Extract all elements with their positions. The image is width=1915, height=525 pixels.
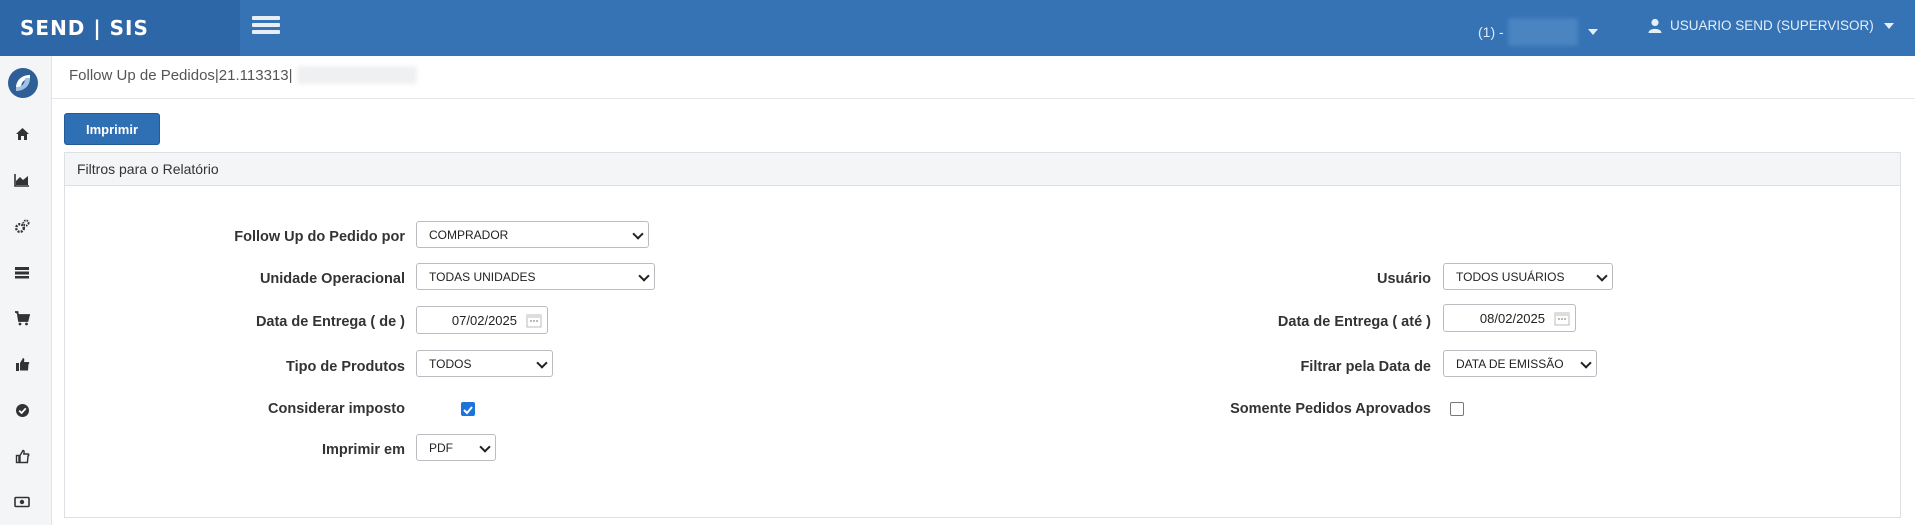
chart-icon[interactable] [12, 170, 32, 190]
chevron-down-icon [536, 357, 548, 369]
imposto-checkbox[interactable] [461, 402, 475, 416]
user-name: USUARIO SEND (SUPERVISOR) [1670, 18, 1874, 33]
filtrar-label: Filtrar pela Data de [1300, 359, 1431, 375]
filters-panel: Filtros para o Relatório Follow Up do Pe… [64, 152, 1901, 518]
home-icon[interactable] [12, 124, 32, 144]
entrega-de-label: Data de Entrega ( de ) [255, 314, 405, 330]
unidade-label: Unidade Operacional [259, 271, 405, 287]
imposto-label: Considerar imposto [268, 401, 405, 417]
divider [52, 98, 1915, 99]
aprovados-label: Somente Pedidos Aprovados [1230, 401, 1431, 417]
entrega-ate-label: Data de Entrega ( até ) [1277, 314, 1431, 330]
chevron-down-icon [1596, 270, 1608, 282]
entrega-de-input[interactable]: 07/02/2025 [416, 306, 548, 334]
tipo-select[interactable]: TODOS [416, 350, 553, 377]
menu-toggle-icon[interactable] [252, 16, 280, 38]
entrega-ate-input[interactable]: 08/02/2025 [1443, 304, 1576, 332]
aprovados-checkbox[interactable] [1450, 402, 1464, 416]
calendar-icon[interactable] [526, 313, 542, 328]
top-navbar: SEND | SIS (1) - USUARIO SEND (SUPERVISO… [0, 0, 1915, 56]
chevron-down-icon [638, 270, 650, 282]
imprimir-em-label: Imprimir em [322, 442, 405, 458]
chevron-down-icon [632, 228, 644, 240]
check-circle-icon[interactable] [12, 400, 32, 420]
print-button[interactable]: Imprimir [64, 113, 160, 145]
imprimir-em-select[interactable]: PDF [416, 434, 496, 461]
panel-title: Filtros para o Relatório [65, 153, 1900, 186]
page-title: Follow Up de Pedidos|21.113313| [69, 66, 293, 84]
filtrar-select[interactable]: DATA DE EMISSÃO [1443, 350, 1597, 377]
user-icon [1648, 18, 1662, 33]
unit-prefix: (1) - [1478, 24, 1504, 40]
chevron-down-icon [1580, 357, 1592, 369]
list-icon[interactable] [12, 262, 32, 282]
unidade-select[interactable]: TODAS UNIDADES [416, 263, 655, 290]
brand-logo[interactable]: SEND | SIS [0, 0, 240, 56]
redacted-text [296, 66, 417, 84]
unit-dropdown[interactable]: (1) - [1478, 18, 1598, 46]
calendar-icon[interactable] [1554, 311, 1570, 326]
breadcrumb: Follow Up de Pedidos|21.113313| [69, 66, 417, 84]
follow-up-select[interactable]: COMPRADOR [416, 221, 649, 248]
like-icon[interactable] [12, 446, 32, 466]
caret-down-icon [1883, 22, 1894, 29]
thumbs-up-icon[interactable] [12, 354, 32, 374]
cart-icon[interactable] [12, 308, 32, 328]
user-menu[interactable]: USUARIO SEND (SUPERVISOR) [1648, 18, 1894, 33]
main-content: Follow Up de Pedidos|21.113313| Imprimir… [52, 56, 1915, 525]
usuario-label: Usuário [1377, 271, 1431, 287]
app-logo-icon[interactable] [6, 66, 40, 100]
unit-name-redacted [1507, 18, 1578, 46]
caret-down-icon [1587, 29, 1598, 35]
cogs-icon[interactable] [12, 216, 32, 236]
usuario-select[interactable]: TODOS USUÁRIOS [1443, 263, 1613, 290]
tipo-label: Tipo de Produtos [286, 359, 405, 375]
check-icon [463, 406, 473, 415]
follow-up-label: Follow Up do Pedido por [234, 229, 405, 245]
money-icon[interactable] [12, 492, 32, 512]
chevron-down-icon [479, 441, 491, 453]
